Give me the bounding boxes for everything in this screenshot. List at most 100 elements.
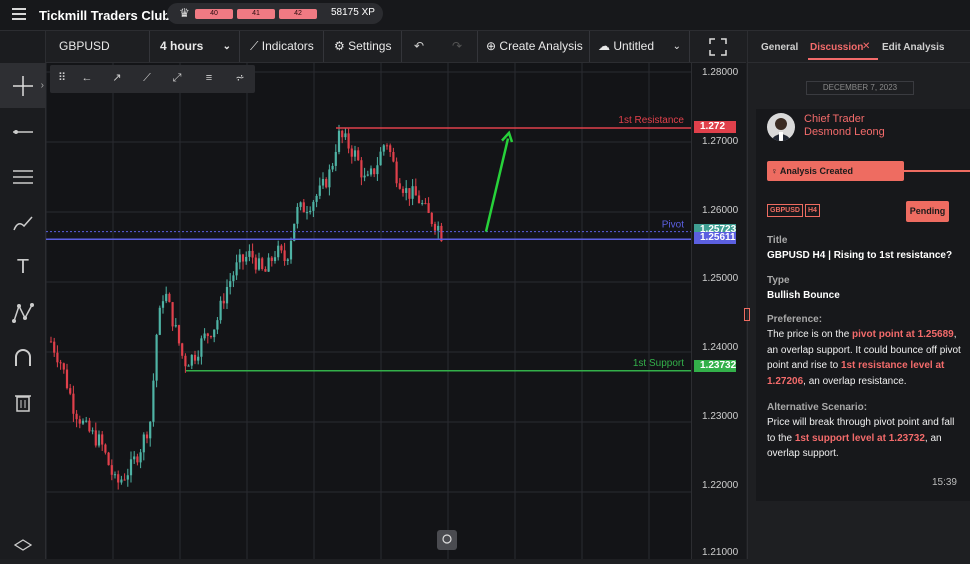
candle [408,188,411,199]
candle [264,268,267,272]
candle [187,365,190,367]
menu-icon[interactable] [12,8,26,20]
trash-icon[interactable] [0,379,46,424]
candle [270,257,273,262]
candle [251,250,254,258]
pivot-label: Pivot [662,220,684,231]
pattern-tool-icon[interactable] [0,290,46,335]
title-label: Title [767,235,788,246]
text-tool-icon[interactable]: T [0,245,46,290]
extended-line-tool-icon[interactable]: ⤢ [170,71,184,85]
channel-tool-icon[interactable]: ≡ [202,71,216,85]
candle [366,174,369,176]
timeline-line [904,170,970,172]
candle [53,341,56,353]
candle [325,178,328,188]
candle [120,479,123,483]
save-layout-button[interactable]: ☁ Untitled ⌄ [590,31,690,62]
candle [136,456,139,463]
candle [181,343,184,356]
redo-icon[interactable]: ↷ [452,31,462,62]
symbol-selector[interactable]: GBPUSD [46,31,150,62]
candle [78,419,81,424]
candle [405,188,408,193]
tab-general[interactable]: General [761,42,798,53]
price-chart[interactable]: 1st Resistance Pivot 1st Support [45,63,691,563]
candle [437,225,440,231]
indicators-button[interactable]: ⟋ Indicators [240,31,324,62]
create-analysis-button[interactable]: ⊕ Create Analysis [478,31,590,62]
preference-label: Preference: [767,314,823,325]
y-tick: 1.25000 [702,273,739,284]
type-value: Bullish Bounce [767,290,840,301]
top-bar: Tickmill Traders Club ♛ 40 41 42 58175 X… [0,0,970,31]
brush-tool-icon[interactable] [0,200,46,245]
line-tool-icon[interactable]: ← [80,71,94,85]
panel-tabs: General Discussion ✕ Edit Analysis [748,31,970,63]
candle [193,354,197,361]
candle [219,300,222,321]
layers-icon[interactable] [0,533,46,559]
settings-button[interactable]: ⚙ Settings [324,31,402,62]
timeframe-selector[interactable]: 4 hours ⌄ [150,31,240,62]
fib-tool-icon[interactable] [0,154,46,199]
trendline-tool-icon[interactable]: ⟋ [140,71,154,85]
tab-edit-analysis[interactable]: Edit Analysis [882,42,944,53]
candle [401,188,405,193]
candle [280,245,283,251]
highlight: pivot point at 1.25689 [852,329,954,340]
event-label: Analysis Created [779,166,853,176]
pivot-price-tag: 1.25611 [694,232,736,244]
horizontal-line-tool-icon[interactable] [0,109,46,154]
candle [395,161,398,184]
price-axis[interactable]: 1.28000 1.27000 1.26000 1.25000 1.24000 … [691,63,746,559]
y-tick: 1.28000 [702,67,739,78]
candle [357,150,360,161]
candle [286,259,289,261]
candle [385,145,389,147]
undo-icon[interactable]: ↶ [414,31,424,62]
timeframe-tag: H4 [805,204,820,217]
avatar [767,113,795,141]
active-tab-underline [808,58,878,60]
candle [158,307,161,335]
candle [334,151,337,166]
candle [197,356,200,361]
event-badge: ♀ Analysis Created [767,161,904,181]
close-icon[interactable]: ✕ [862,41,870,52]
create-analysis-label: Create Analysis [499,39,583,53]
lightbulb-icon: ♀ [771,166,778,176]
fullscreen-icon[interactable] [690,31,746,62]
cloud-upload-icon: ☁ [598,39,610,53]
drag-handle-icon[interactable]: ⠿ [55,71,69,85]
candle [222,300,225,304]
candle [382,145,385,152]
alternative-label: Alternative Scenario: [767,402,868,413]
fan-tool-icon[interactable]: ⩫ [233,71,247,85]
panel-resize-handle[interactable] [744,308,750,321]
status-badge: Pending [906,201,949,222]
candle [289,240,293,260]
candle [369,168,373,175]
xp-count: 58175 XP [331,7,375,18]
drawing-tools-sidebar: › T [0,63,46,559]
candle [392,151,395,162]
candle [363,175,366,178]
magnet-icon[interactable] [0,335,46,380]
chart-canvas[interactable]: 1st Resistance Pivot 1st Support [45,63,691,563]
candle [94,430,97,446]
candle [245,256,248,262]
candle [229,281,232,287]
candle [283,250,286,261]
tab-discussion[interactable]: Discussion [810,42,863,53]
layout-name: Untitled [613,39,655,53]
candle [49,341,53,343]
support-label: 1st Support [633,358,684,369]
ray-tool-icon[interactable]: ↗ [110,71,124,85]
resistance-label: 1st Resistance [618,115,684,126]
chevron-right-icon[interactable]: › [41,80,44,91]
candle [241,254,245,262]
y-tick: 1.26000 [702,205,739,216]
crosshair-tool-icon[interactable]: › [0,63,46,108]
candle [414,186,417,196]
